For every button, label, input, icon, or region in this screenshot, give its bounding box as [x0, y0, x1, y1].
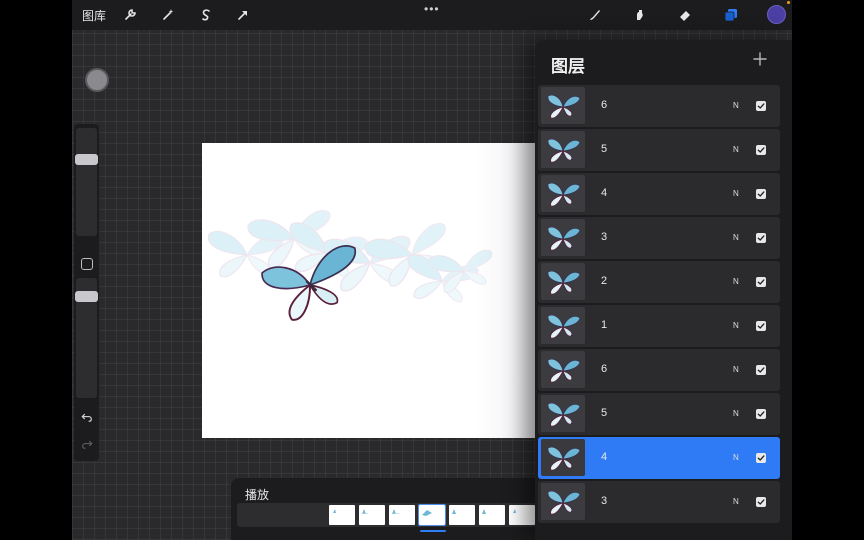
layer-row[interactable]: 3 N — [538, 481, 780, 523]
layer-row[interactable]: 6 N — [538, 85, 780, 127]
brush-preview-circle[interactable] — [85, 68, 109, 92]
menu-dots-icon[interactable]: ••• — [424, 2, 440, 16]
layer-thumbnail — [541, 219, 585, 256]
magic-wand-icon[interactable] — [158, 5, 178, 25]
selection-icon[interactable] — [196, 5, 216, 25]
layer-name: 5 — [601, 143, 608, 155]
blend-mode-button[interactable]: N — [733, 101, 739, 110]
brush-icon[interactable] — [585, 5, 605, 25]
wrench-icon[interactable] — [120, 5, 140, 25]
layer-name: 6 — [601, 363, 608, 375]
layer-row[interactable]: 2 N — [538, 261, 780, 303]
layer-name: 1 — [601, 319, 608, 331]
layer-name: 6 — [601, 99, 608, 111]
undo-icon[interactable] — [80, 410, 94, 424]
layer-name: 5 — [601, 407, 608, 419]
layer-visibility-checkbox[interactable] — [756, 321, 766, 331]
layer-visibility-checkbox[interactable] — [756, 409, 766, 419]
layer-visibility-checkbox[interactable] — [756, 101, 766, 111]
blend-mode-button[interactable]: N — [733, 189, 739, 198]
layer-thumbnail — [541, 439, 585, 476]
status-indicator — [787, 1, 790, 4]
layer-name: 4 — [601, 451, 608, 463]
blend-mode-button[interactable]: N — [733, 365, 739, 374]
butterfly-artwork — [207, 204, 498, 321]
plus-icon[interactable] — [751, 50, 769, 68]
layers-panel-title: 图层 — [551, 57, 585, 76]
layer-row[interactable]: 1 N — [538, 305, 780, 347]
blend-mode-button[interactable]: N — [733, 277, 739, 286]
layer-row[interactable]: 6 N — [538, 349, 780, 391]
layer-thumbnail — [541, 263, 585, 300]
layer-visibility-checkbox[interactable] — [756, 277, 766, 287]
gallery-button[interactable]: 图库 — [82, 7, 106, 24]
layers-panel: 图层 6 N 5 N 4 N 3 N 2 N 1 N 6 N 5 N 4 N 3… — [535, 40, 792, 540]
layer-visibility-checkbox[interactable] — [756, 189, 766, 199]
brush-size-track[interactable] — [76, 128, 97, 236]
layer-thumbnail — [541, 131, 585, 168]
left-sidebar — [74, 124, 99, 461]
playback-title: 播放 — [245, 488, 270, 502]
color-icon[interactable] — [767, 5, 786, 24]
layer-row[interactable]: 4 N — [538, 437, 780, 479]
layer-name: 2 — [601, 275, 608, 287]
animation-frame[interactable] — [509, 505, 535, 525]
blend-mode-button[interactable]: N — [733, 321, 739, 330]
layer-row[interactable]: 3 N — [538, 217, 780, 259]
layer-thumbnail — [541, 395, 585, 432]
layers-icon[interactable] — [721, 5, 741, 25]
top-toolbar: 图库 ••• — [72, 0, 792, 30]
layer-thumbnail — [541, 175, 585, 212]
layer-visibility-checkbox[interactable] — [756, 145, 766, 155]
layer-thumbnail — [541, 307, 585, 344]
animation-frame[interactable] — [359, 505, 385, 525]
layer-name: 4 — [601, 187, 608, 199]
redo-icon[interactable] — [80, 437, 94, 451]
layer-visibility-checkbox[interactable] — [756, 453, 766, 463]
layer-thumbnail — [541, 87, 585, 124]
animation-frame[interactable] — [479, 505, 505, 525]
procreate-app: 图库 ••• 播放 图层 6 N 5 N 4 N 3 N 2 N 1 N 6 N… — [72, 0, 792, 540]
blend-mode-button[interactable]: N — [733, 409, 739, 418]
transform-arrow-icon[interactable] — [233, 5, 253, 25]
layer-visibility-checkbox[interactable] — [756, 365, 766, 375]
layer-row[interactable]: 5 N — [538, 393, 780, 435]
smudge-icon[interactable] — [629, 5, 649, 25]
animation-frame-current[interactable] — [418, 504, 446, 526]
blend-mode-button[interactable]: N — [733, 497, 739, 506]
drawing-canvas[interactable] — [202, 143, 536, 438]
blend-mode-button[interactable]: N — [733, 453, 739, 462]
animation-frame[interactable] — [449, 505, 475, 525]
animation-frame[interactable] — [329, 505, 355, 525]
current-frame-indicator — [420, 530, 446, 532]
animation-playback-panel: 播放 — [231, 478, 541, 540]
layer-row[interactable]: 5 N — [538, 129, 780, 171]
frame-timeline[interactable] — [237, 503, 541, 527]
layer-visibility-checkbox[interactable] — [756, 233, 766, 243]
layer-thumbnail — [541, 351, 585, 388]
brush-size-slider[interactable] — [75, 154, 98, 165]
layer-row[interactable]: 4 N — [538, 173, 780, 215]
animation-frame[interactable] — [389, 505, 415, 525]
eraser-icon[interactable] — [675, 5, 695, 25]
layer-name: 3 — [601, 495, 608, 507]
layer-thumbnail — [541, 483, 585, 520]
layer-name: 3 — [601, 231, 608, 243]
blend-mode-button[interactable]: N — [733, 233, 739, 242]
opacity-slider[interactable] — [75, 291, 98, 302]
modifier-button[interactable] — [81, 258, 93, 270]
layer-visibility-checkbox[interactable] — [756, 497, 766, 507]
blend-mode-button[interactable]: N — [733, 145, 739, 154]
